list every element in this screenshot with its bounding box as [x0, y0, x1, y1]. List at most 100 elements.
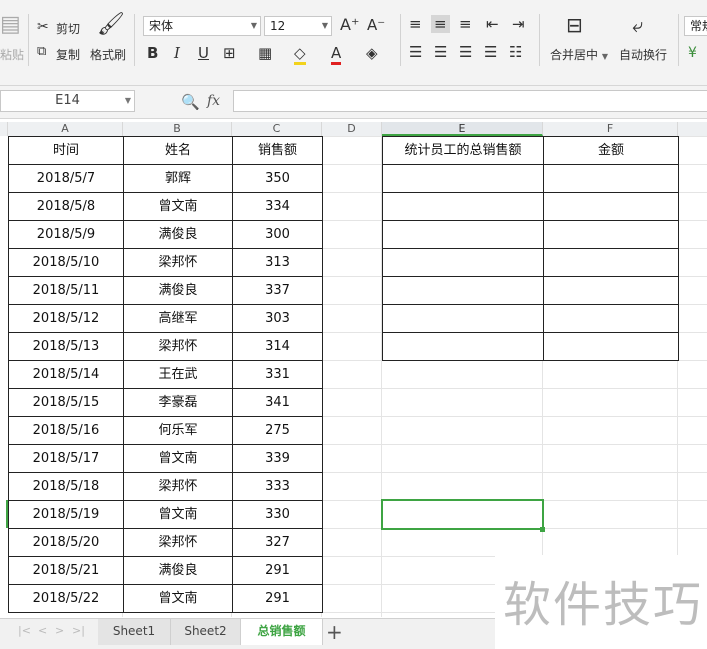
underline-icon[interactable]: U [198, 44, 209, 62]
table-cell[interactable]: 2018/5/16 [8, 416, 124, 445]
table-cell[interactable]: 331 [232, 360, 323, 389]
summary-header-cell[interactable]: 金额 [543, 136, 679, 165]
distributed-icon[interactable]: ☷ [509, 43, 522, 61]
summary-cell[interactable] [382, 304, 544, 333]
column-header-c[interactable]: C [232, 122, 322, 136]
column-header-a[interactable]: A [8, 122, 123, 136]
table-cell[interactable]: 王在武 [123, 360, 233, 389]
table-cell[interactable]: 2018/5/10 [8, 248, 124, 277]
fill-handle[interactable] [540, 527, 545, 532]
table-cell[interactable]: 2018/5/11 [8, 276, 124, 305]
table-cell[interactable]: 2018/5/18 [8, 472, 124, 501]
tab-sheet1[interactable]: Sheet1 [98, 619, 171, 645]
table-cell[interactable]: 满俊良 [123, 556, 233, 585]
table-cell[interactable]: 333 [232, 472, 323, 501]
last-sheet-icon[interactable]: >| [72, 624, 85, 637]
formula-input[interactable] [233, 90, 707, 112]
summary-cell[interactable] [382, 276, 544, 305]
table-cell[interactable]: 2018/5/17 [8, 444, 124, 473]
table-cell[interactable]: 曾文南 [123, 444, 233, 473]
table-cell[interactable]: 高继军 [123, 304, 233, 333]
wrap-text-button[interactable]: 自动换行 [619, 46, 667, 63]
clear-format-icon[interactable]: ◈ [366, 44, 378, 62]
table-cell[interactable]: 梁邦怀 [123, 472, 233, 501]
column-header-b[interactable]: B [123, 122, 232, 136]
align-bottom-icon[interactable]: ≡ [459, 15, 472, 33]
align-top-icon[interactable]: ≡ [409, 15, 422, 33]
fx-icon[interactable]: fx [207, 93, 220, 109]
table-cell[interactable]: 李豪磊 [123, 388, 233, 417]
table-cell[interactable]: 330 [232, 500, 323, 529]
column-header-e[interactable]: E [382, 122, 543, 136]
table-cell[interactable]: 曾文南 [123, 584, 233, 613]
table-cell[interactable]: 337 [232, 276, 323, 305]
next-sheet-icon[interactable]: > [55, 624, 64, 637]
fill-color-icon[interactable]: ◇ [294, 44, 306, 65]
table-cell[interactable]: 2018/5/21 [8, 556, 124, 585]
table-cell[interactable]: 2018/5/15 [8, 388, 124, 417]
summary-cell[interactable] [543, 276, 679, 305]
table-cell[interactable]: 300 [232, 220, 323, 249]
zoom-search-icon[interactable]: 🔍 [181, 93, 200, 111]
table-header-cell[interactable]: 销售额 [232, 136, 323, 165]
active-cell-selection[interactable] [381, 499, 544, 530]
format-painter-button[interactable]: 格式刷 [90, 46, 126, 63]
table-cell[interactable]: 350 [232, 164, 323, 193]
table-cell[interactable]: 满俊良 [123, 220, 233, 249]
table-cell[interactable]: 2018/5/19 [8, 500, 124, 529]
table-cell[interactable]: 梁邦怀 [123, 528, 233, 557]
summary-cell[interactable] [543, 220, 679, 249]
table-cell[interactable]: 曾文南 [123, 500, 233, 529]
table-cell[interactable]: 303 [232, 304, 323, 333]
summary-cell[interactable] [382, 248, 544, 277]
indent-decrease-icon[interactable]: ⇤ [486, 15, 499, 33]
table-cell[interactable]: 2018/5/8 [8, 192, 124, 221]
table-header-cell[interactable]: 时间 [8, 136, 124, 165]
table-cell[interactable]: 何乐军 [123, 416, 233, 445]
table-cell[interactable]: 2018/5/7 [8, 164, 124, 193]
select-all-corner[interactable] [0, 122, 8, 136]
decrease-font-icon[interactable]: A⁻ [367, 16, 385, 34]
summary-cell[interactable] [382, 164, 544, 193]
fill-style-icon[interactable]: ▦ [258, 44, 272, 62]
summary-cell[interactable] [543, 332, 679, 361]
paste-icon[interactable]: ▤ [0, 14, 21, 36]
column-header-f[interactable]: F [543, 122, 678, 136]
table-cell[interactable]: 327 [232, 528, 323, 557]
italic-icon[interactable]: I [174, 44, 180, 62]
column-header-g[interactable] [678, 122, 707, 136]
table-cell[interactable]: 满俊良 [123, 276, 233, 305]
justify-icon[interactable]: ☰ [484, 43, 497, 61]
table-cell[interactable]: 梁邦怀 [123, 248, 233, 277]
table-cell[interactable]: 291 [232, 584, 323, 613]
table-cell[interactable]: 梁邦怀 [123, 332, 233, 361]
indent-increase-icon[interactable]: ⇥ [512, 15, 525, 33]
prev-sheet-icon[interactable]: < [38, 624, 47, 637]
font-size-select[interactable]: 12 ▼ [264, 16, 332, 36]
table-cell[interactable]: 2018/5/22 [8, 584, 124, 613]
summary-header-cell[interactable]: 统计员工的总销售额 [382, 136, 544, 165]
table-cell[interactable]: 291 [232, 556, 323, 585]
table-header-cell[interactable]: 姓名 [123, 136, 233, 165]
name-box[interactable]: E14 ▼ [0, 90, 135, 112]
table-cell[interactable]: 2018/5/14 [8, 360, 124, 389]
table-cell[interactable]: 2018/5/12 [8, 304, 124, 333]
table-cell[interactable]: 2018/5/20 [8, 528, 124, 557]
column-header-d[interactable]: D [322, 122, 382, 136]
first-sheet-icon[interactable]: |< [18, 624, 31, 637]
table-cell[interactable]: 2018/5/13 [8, 332, 124, 361]
bold-icon[interactable]: B [147, 44, 158, 62]
table-cell[interactable]: 275 [232, 416, 323, 445]
number-format-select[interactable]: 常规 [684, 16, 707, 36]
table-cell[interactable]: 曾文南 [123, 192, 233, 221]
summary-cell[interactable] [382, 192, 544, 221]
tab-total-sales[interactable]: 总销售额 [241, 619, 323, 645]
align-left-icon[interactable]: ☰ [409, 43, 422, 61]
table-cell[interactable]: 341 [232, 388, 323, 417]
summary-cell[interactable] [382, 220, 544, 249]
table-cell[interactable]: 313 [232, 248, 323, 277]
align-right-icon[interactable]: ☰ [459, 43, 472, 61]
summary-cell[interactable] [543, 192, 679, 221]
font-name-select[interactable]: 宋体 ▼ [143, 16, 261, 36]
table-cell[interactable]: 314 [232, 332, 323, 361]
